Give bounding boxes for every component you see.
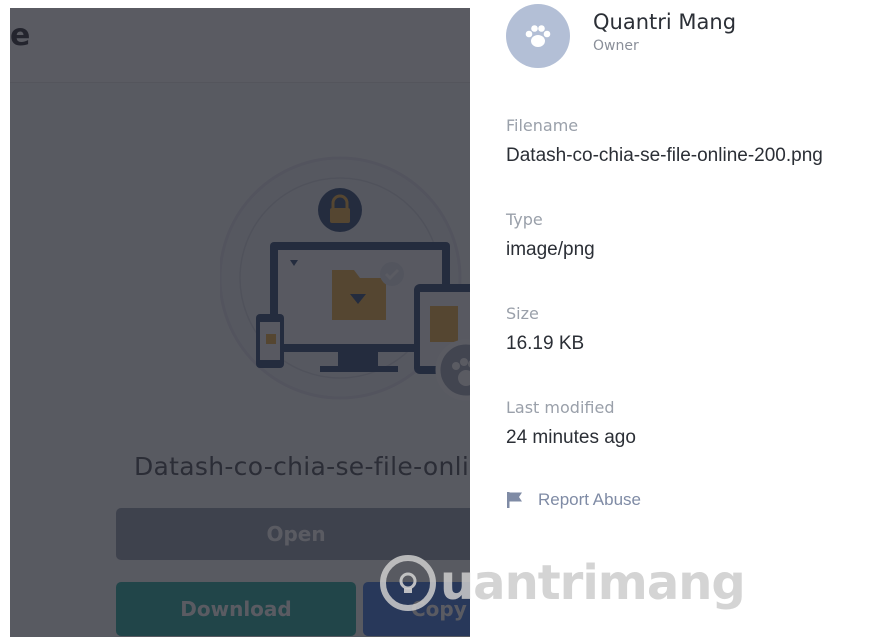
type-value: image/png — [506, 239, 595, 260]
file-title: Datash-co-chia-se-file-onlin — [134, 452, 470, 481]
flag-icon — [507, 492, 522, 508]
last-modified-label: Last modified — [506, 398, 615, 417]
filename-value: Datash-co-chia-se-file-online-200.png — [506, 145, 823, 166]
download-button[interactable]: Download — [116, 582, 356, 636]
last-modified-value: 24 minutes ago — [506, 427, 636, 448]
type-label: Type — [506, 210, 543, 229]
owner-name: Quantri Mang — [593, 10, 737, 34]
report-abuse-link[interactable]: Report Abuse — [506, 490, 641, 510]
file-share-illustration — [220, 156, 470, 401]
size-value: 16.19 KB — [506, 333, 585, 354]
file-details-panel: Quantri Mang Owner Filename Datash-co-ch… — [470, 0, 870, 637]
paw-icon — [525, 25, 551, 47]
copy-button[interactable]: Copy — [363, 582, 470, 636]
background-page: e Datash-co-chia-se-file-onlin Open Down… — [10, 8, 470, 637]
owner-avatar — [506, 4, 570, 68]
open-button[interactable]: Open — [116, 508, 470, 560]
owner-role: Owner — [593, 38, 639, 54]
page-header: e — [10, 8, 470, 83]
filename-label: Filename — [506, 116, 579, 135]
size-label: Size — [506, 304, 539, 323]
paw-badge-icon — [435, 339, 470, 401]
page-title: e — [10, 18, 31, 53]
report-abuse-label: Report Abuse — [538, 490, 642, 509]
